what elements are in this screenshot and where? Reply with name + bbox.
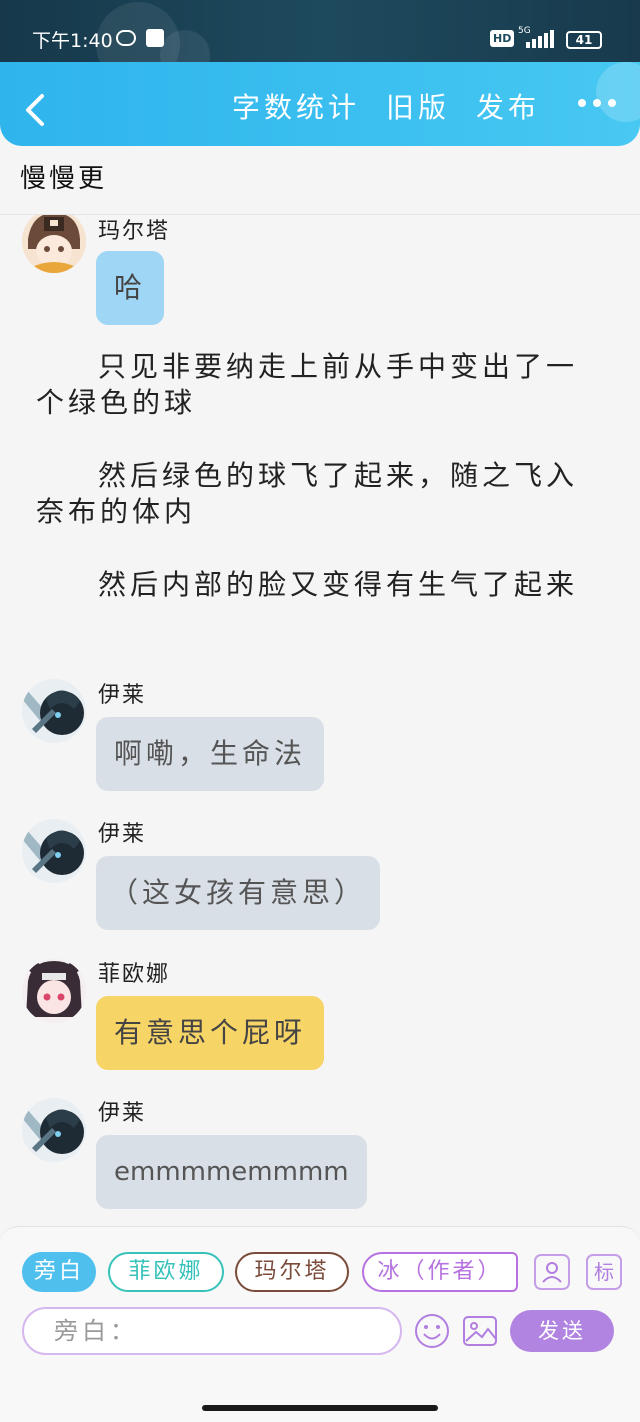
sync-icon: [116, 30, 136, 46]
tag-button[interactable]: 标: [586, 1254, 622, 1290]
message-bubble[interactable]: 有意思个屁呀: [96, 996, 325, 1070]
signal-icon: [526, 30, 556, 48]
word-count-button[interactable]: 字数统计: [232, 86, 360, 126]
emoji-icon[interactable]: [414, 1313, 450, 1349]
character-manage-icon[interactable]: [534, 1254, 570, 1290]
avatar-eli-image: [22, 819, 86, 883]
speaker-name: 菲欧娜: [98, 962, 171, 987]
role-chip-author[interactable]: 冰（作者）: [362, 1252, 518, 1292]
avatar-eli[interactable]: [22, 1098, 86, 1162]
narration-text[interactable]: 然后绿色的球飞了起来，随之飞入奈布的体内: [36, 458, 596, 530]
message-bubble[interactable]: （这女孩有意思）: [96, 856, 381, 930]
avatar-eli[interactable]: [22, 679, 86, 743]
narration-text[interactable]: 然后内部的脸又变得有生气了起来: [36, 567, 596, 603]
home-indicator[interactable]: [202, 1405, 438, 1411]
narration-text[interactable]: 只见非要纳走上前从手中变出了一个绿色的球: [36, 349, 596, 421]
hd-badge: HD: [490, 30, 515, 47]
speaker-name: 玛尔塔: [98, 219, 171, 244]
message-bubble[interactable]: 哈: [96, 251, 165, 325]
send-button[interactable]: 发送: [510, 1310, 614, 1352]
back-icon[interactable]: [20, 90, 50, 130]
battery-indicator: 41: [566, 31, 602, 49]
decorative-bubble: [596, 62, 640, 122]
person-icon: [542, 1262, 562, 1283]
header-actions: 字数统计 旧版 发布: [232, 86, 540, 126]
chat-list[interactable]: 玛尔塔 哈 只见非要纳走上前从手中变出了一个绿色的球 然后绿色的球飞了起来，随之…: [0, 215, 640, 1225]
story-title: 慢慢更: [20, 164, 108, 194]
avatar-eli-image: [22, 679, 86, 743]
avatar-marta[interactable]: [22, 215, 86, 273]
message-input[interactable]: [22, 1307, 402, 1355]
status-bar: 下午1:40 HD 5G 41: [0, 0, 640, 86]
avatar-fiona[interactable]: [22, 959, 86, 1023]
speaker-name: 伊莱: [98, 683, 147, 708]
more-icon[interactable]: [578, 96, 616, 110]
avatar-marta-image: [22, 215, 86, 273]
role-chip-marta[interactable]: 玛尔塔: [235, 1252, 349, 1292]
settings-icon: [146, 29, 164, 47]
role-chip-fiona[interactable]: 菲欧娜: [108, 1252, 224, 1292]
message-bubble[interactable]: emmmmemmmm: [96, 1135, 367, 1209]
status-time: 下午1:40: [32, 30, 113, 52]
top-app-bar: 字数统计 旧版 发布: [0, 62, 640, 146]
avatar-fiona-image: [22, 959, 86, 1023]
speaker-name: 伊莱: [98, 822, 147, 847]
avatar-eli[interactable]: [22, 819, 86, 883]
publish-button[interactable]: 发布: [476, 86, 540, 126]
avatar-eli-image: [22, 1098, 86, 1162]
image-icon[interactable]: [462, 1313, 498, 1349]
old-version-button[interactable]: 旧版: [386, 86, 450, 126]
message-bubble[interactable]: 啊嘞，生命法: [96, 717, 325, 791]
speaker-name: 伊莱: [98, 1101, 147, 1126]
role-chip-narration[interactable]: 旁白: [22, 1252, 96, 1292]
